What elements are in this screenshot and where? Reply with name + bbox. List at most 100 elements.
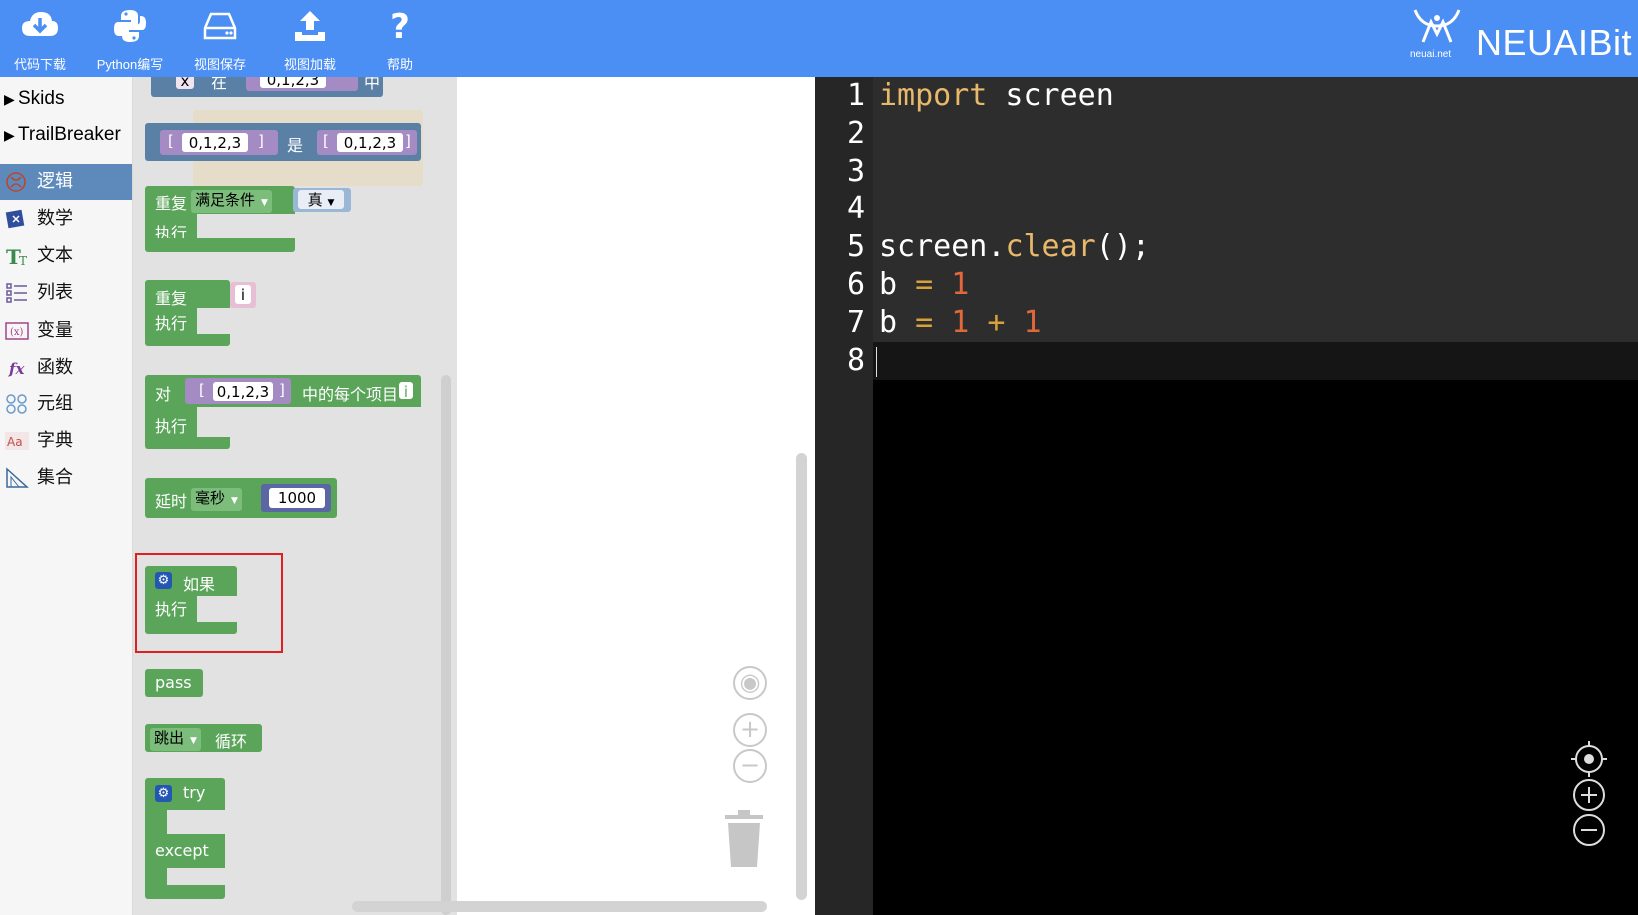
function-icon: fx: [8, 360, 25, 378]
line-number: 3: [846, 154, 865, 189]
delay-block[interactable]: 延时 毫秒 ▼ 1000: [145, 478, 337, 518]
left-list-slot: [ 0,1,2,3 ]: [160, 130, 278, 155]
editor-zoom-out-button[interactable]: [1571, 812, 1607, 848]
category-list[interactable]: 列表: [0, 275, 132, 311]
repeat-n-block[interactable]: 重复: [145, 280, 230, 308]
text-cursor: [876, 347, 877, 377]
for-each-block[interactable]: 对 [ 0,1,2,3 ] 中的每个项目 i: [145, 375, 421, 407]
code-editor[interactable]: 1 2 3 4 5 6 7 8 import screen screen.cle…: [815, 77, 1638, 915]
for-in-block[interactable]: x 在 0,1,2,3 中: [151, 77, 383, 97]
workspace-vscroll[interactable]: [796, 453, 807, 900]
number-slot: 1000: [261, 484, 331, 512]
break-mode-dropdown[interactable]: 跳出 ▼: [150, 728, 201, 751]
category-label: 数学: [37, 208, 73, 229]
python-write-label: Python编写: [96, 57, 164, 72]
dictionary-icon: Aa: [5, 432, 29, 450]
line-number: 1: [846, 78, 865, 113]
tree-item-skids[interactable]: ▶ Skids: [0, 81, 132, 117]
help-button[interactable]: ? 帮助: [360, 0, 440, 77]
python-icon: [114, 10, 146, 42]
editor-recenter-button[interactable]: [1571, 741, 1607, 777]
tuple-icon: [6, 394, 27, 414]
var-field[interactable]: i: [235, 285, 251, 304]
workspace-hscroll[interactable]: [352, 901, 767, 912]
set-icon: [6, 467, 29, 488]
recenter-button[interactable]: ◉: [733, 666, 767, 700]
view-load-button[interactable]: 视图加载: [270, 0, 350, 77]
code-line-7: b = 1 + 1: [879, 305, 1042, 340]
try-block[interactable]: ⚙ try: [145, 778, 225, 810]
tree-item-label: TrailBreaker: [18, 124, 121, 145]
python-write-button[interactable]: Python编写: [90, 0, 170, 77]
svg-text:fx: fx: [8, 360, 25, 378]
block-label: 执行: [155, 314, 188, 333]
view-save-button[interactable]: 视图保存: [180, 0, 260, 77]
category-set[interactable]: 集合: [0, 460, 132, 496]
delay-value-field[interactable]: 1000: [269, 488, 325, 508]
block-footer: [145, 885, 225, 899]
delay-unit-dropdown[interactable]: 毫秒 ▼: [191, 488, 242, 511]
view-save-label: 视图保存: [193, 57, 246, 72]
svg-text:T: T: [19, 254, 27, 267]
zoom-out-button[interactable]: −: [733, 749, 767, 783]
category-variable[interactable]: (x) 变量: [0, 313, 132, 349]
list-slot: 0,1,2,3: [246, 77, 358, 91]
break-block[interactable]: 跳出 ▼ 循环: [145, 724, 262, 752]
target-icon: ◉: [739, 668, 761, 696]
category-function[interactable]: fx 函数: [0, 350, 132, 386]
block-label: 中的每个项目: [302, 385, 399, 404]
math-icon: [5, 209, 25, 229]
repeat-while-block[interactable]: 重复 满足条件 ▼: [145, 186, 295, 214]
var-field[interactable]: x: [176, 77, 194, 90]
zoom-in-button[interactable]: +: [733, 713, 767, 747]
block-footer: [145, 238, 295, 252]
gear-icon[interactable]: ⚙: [155, 785, 172, 802]
block-label: 执行: [155, 417, 188, 436]
pass-block[interactable]: pass: [145, 669, 203, 697]
condition-dropdown[interactable]: 真 ▼: [298, 190, 344, 209]
text-icon: TT: [6, 245, 27, 267]
category-text[interactable]: TT 文本: [0, 238, 132, 274]
block-footer: [145, 334, 230, 346]
blockly-workspace[interactable]: ◉ + −: [457, 77, 815, 915]
code-download-button[interactable]: 代码下载: [0, 0, 80, 77]
upload-icon: [295, 11, 325, 41]
category-dictionary[interactable]: Aa 字典: [0, 423, 132, 459]
line-number: 8: [846, 343, 865, 378]
help-icon: ?: [390, 8, 410, 44]
svg-text:(x): (x): [10, 327, 24, 338]
code-line-1: import screen: [879, 78, 1114, 113]
editor-zoom-in-button[interactable]: [1571, 777, 1607, 813]
block-label: try: [183, 783, 206, 802]
var-slot: i: [230, 282, 256, 308]
trash-icon[interactable]: [721, 807, 767, 869]
line-number: 7: [846, 305, 865, 340]
condition-slot: 真 ▼: [293, 188, 351, 212]
block-label: 在: [211, 77, 228, 92]
left-list-value[interactable]: 0,1,2,3: [182, 133, 248, 152]
category-label: 变量: [37, 320, 73, 341]
flyout-scrollbar[interactable]: [441, 375, 451, 915]
cloud-download-icon: [22, 12, 58, 36]
category-tuple[interactable]: 元组: [0, 386, 132, 422]
repeat-mode-dropdown[interactable]: 满足条件 ▼: [191, 190, 272, 213]
var-field[interactable]: i: [399, 382, 413, 401]
top-toolbar: 代码下载 Python编写 视图保存 视图加载 ? 帮助 neuai.net N…: [0, 0, 1638, 77]
line-number: 6: [846, 267, 865, 302]
block-label: 中: [364, 77, 381, 92]
active-line: [873, 342, 1638, 380]
list-value[interactable]: 0,1,2,3: [260, 77, 326, 89]
category-label: 元组: [37, 393, 73, 414]
tree-item-trailbreaker[interactable]: ▶ TrailBreaker: [0, 117, 132, 153]
svg-text:?: ?: [390, 8, 410, 44]
compare-block[interactable]: [ 0,1,2,3 ] 是 [ 0,1,2,3 ]: [145, 123, 421, 161]
block-label: 重复: [155, 194, 188, 213]
right-list-slot: [ 0,1,2,3 ]: [317, 130, 417, 155]
list-value[interactable]: 0,1,2,3: [213, 382, 273, 401]
code-line-6: b = 1: [879, 267, 970, 302]
category-math[interactable]: 数学: [0, 201, 132, 237]
right-list-value[interactable]: 0,1,2,3: [337, 133, 403, 152]
line-number: 5: [846, 229, 865, 264]
line-number: 4: [846, 191, 865, 226]
category-logic[interactable]: 逻辑: [0, 164, 132, 200]
